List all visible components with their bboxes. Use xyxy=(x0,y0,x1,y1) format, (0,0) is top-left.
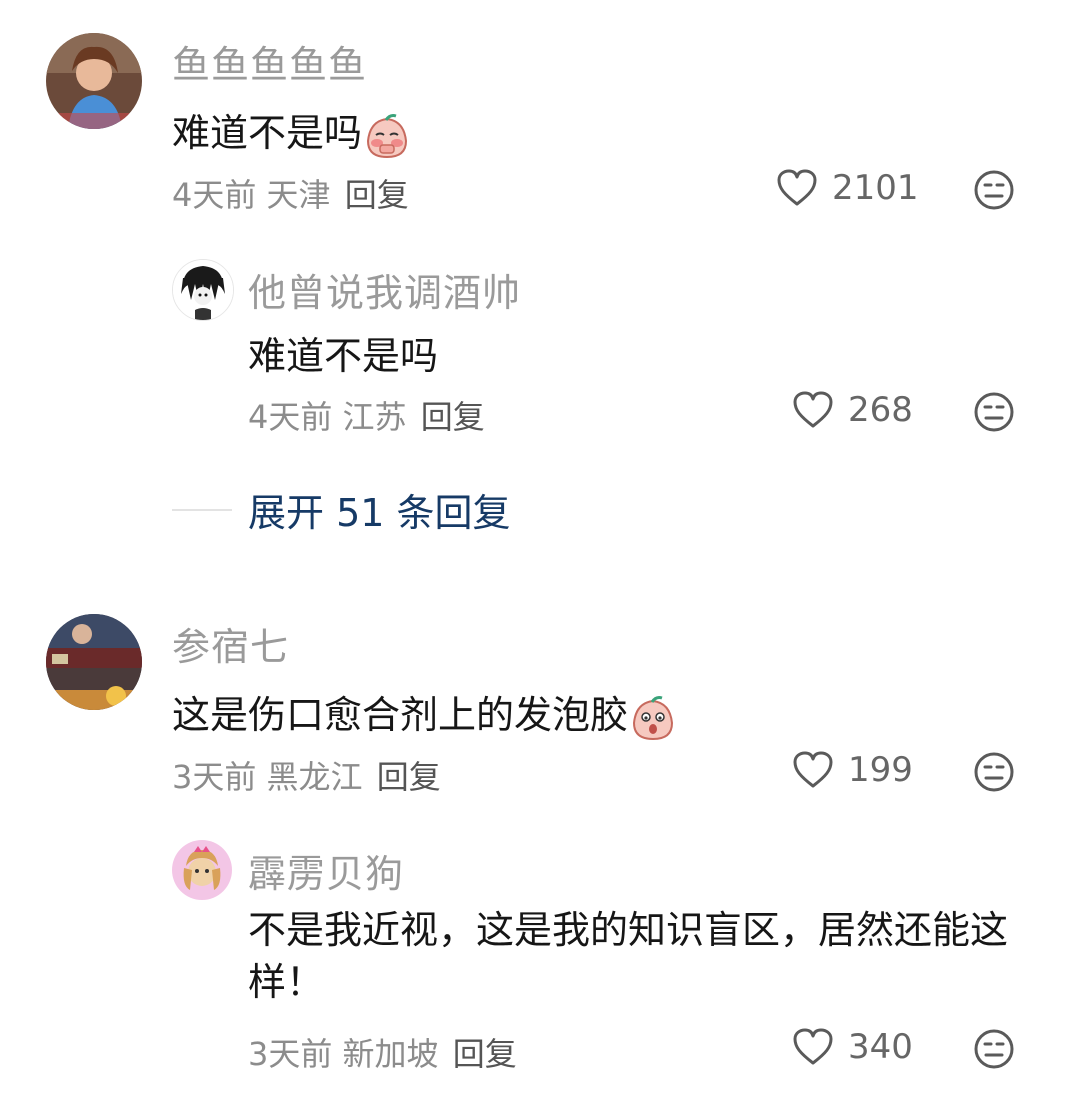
heart-outline-icon xyxy=(793,1028,833,1065)
blush-peach-emoji xyxy=(367,113,408,158)
heart-outline-icon xyxy=(777,169,817,206)
reply-time: 4天前 xyxy=(248,398,333,436)
comment-text-content: 这是伤口愈合剂上的发泡胶 xyxy=(172,693,629,737)
like-count: 199 xyxy=(848,750,913,790)
dislike-face-icon[interactable] xyxy=(973,169,1015,211)
reply-avatar[interactable] xyxy=(172,840,232,900)
surprised-peach-emoji xyxy=(633,695,674,740)
reply-username[interactable]: 霹雳贝狗 xyxy=(248,843,404,898)
reply-location: 江苏 xyxy=(342,398,407,436)
comment-meta: 3天前 黑龙江 回复 xyxy=(172,752,441,798)
comment-meta: 4天前 天津 回复 xyxy=(172,170,409,216)
reply-button[interactable]: 回复 xyxy=(453,1035,517,1073)
reply-username[interactable]: 他曾说我调酒帅 xyxy=(248,262,521,317)
expand-replies-button[interactable]: 展开 51 条回复 xyxy=(172,482,511,537)
reply-meta: 3天前 新加坡 回复 xyxy=(248,1029,517,1075)
reply-button[interactable]: 回复 xyxy=(345,176,409,214)
comment-location: 黑龙江 xyxy=(266,758,363,796)
username[interactable]: 参宿七 xyxy=(172,616,289,671)
dislike-face-icon[interactable] xyxy=(973,391,1015,433)
like-button[interactable]: 2101 xyxy=(776,168,919,208)
reply-location: 新加坡 xyxy=(342,1035,439,1073)
dislike-face-icon[interactable] xyxy=(973,1028,1015,1070)
reply-meta: 4天前 江苏 回复 xyxy=(248,392,485,438)
comment-time: 3天前 xyxy=(172,758,257,796)
dislike-face-icon[interactable] xyxy=(973,751,1015,793)
reply-button[interactable]: 回复 xyxy=(377,758,441,796)
comment-location: 天津 xyxy=(266,176,331,214)
reply-avatar[interactable] xyxy=(172,259,234,321)
reply-button[interactable]: 回复 xyxy=(421,398,485,436)
avatar[interactable] xyxy=(46,33,142,129)
heart-outline-icon xyxy=(793,751,833,788)
expand-replies-label: 展开 51 条回复 xyxy=(248,491,511,535)
like-count: 2101 xyxy=(832,168,919,208)
reply-text: 不是我近视，这是我的知识盲区，居然还能这样！ xyxy=(248,908,1009,1004)
reply-time: 3天前 xyxy=(248,1035,333,1073)
heart-outline-icon xyxy=(793,391,833,428)
like-button[interactable]: 268 xyxy=(792,390,913,430)
avatar[interactable] xyxy=(46,614,142,710)
comment-text: 这是伤口愈合剂上的发泡胶 xyxy=(172,684,676,741)
like-count: 268 xyxy=(848,390,913,430)
like-count: 340 xyxy=(848,1027,913,1067)
like-button[interactable]: 340 xyxy=(792,1027,913,1067)
reply-text: 难道不是吗 xyxy=(248,334,439,378)
comment-text: 难道不是吗 xyxy=(172,102,410,159)
divider-line xyxy=(172,508,232,511)
username[interactable]: 鱼鱼鱼鱼鱼 xyxy=(172,34,367,89)
like-button[interactable]: 199 xyxy=(792,750,913,790)
comment-text-content: 难道不是吗 xyxy=(172,111,363,155)
comment-time: 4天前 xyxy=(172,176,257,214)
